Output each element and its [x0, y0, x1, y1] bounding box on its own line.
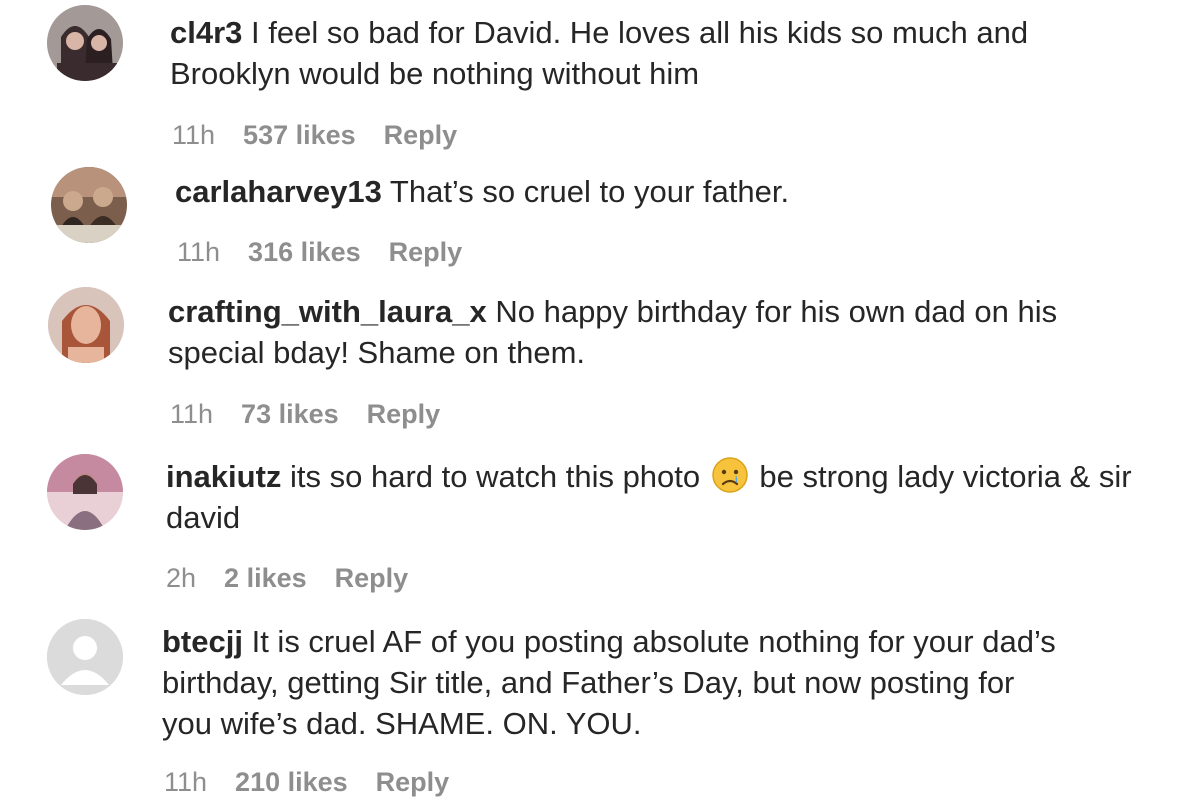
reply-button[interactable]: Reply	[376, 767, 450, 797]
comment-body: cl4r3 I feel so bad for David. He loves …	[170, 12, 1150, 94]
comment-body: crafting_with_laura_x No happy birthday …	[168, 291, 1148, 373]
comment-body: carlaharvey13 That’s so cruel to your fa…	[175, 171, 1155, 212]
default-user-icon	[47, 619, 123, 695]
comment-time[interactable]: 2h	[166, 563, 196, 593]
avatar[interactable]	[47, 5, 123, 81]
comment-username[interactable]: inakiutz	[166, 459, 281, 494]
comment-body: inakiutz its so hard to watch this photo…	[166, 456, 1146, 538]
avatar[interactable]	[51, 167, 127, 243]
comment-text-before: its so hard to watch this photo	[290, 459, 701, 494]
comment-username[interactable]: crafting_with_laura_x	[168, 294, 487, 329]
comment-username[interactable]: cl4r3	[170, 15, 242, 50]
comment-text: That’s so cruel to your father.	[389, 174, 790, 209]
reply-button[interactable]: Reply	[384, 120, 458, 150]
comment-likes[interactable]: 537 likes	[243, 120, 356, 150]
avatar[interactable]	[47, 619, 123, 695]
comment-meta: 11h 73 likes Reply	[170, 397, 468, 431]
comment-likes[interactable]: 73 likes	[241, 399, 339, 429]
comment-meta: 11h 316 likes Reply	[177, 235, 490, 269]
user-photo-icon	[51, 167, 127, 243]
comment-meta: 2h 2 likes Reply	[166, 561, 436, 595]
comment-time[interactable]: 11h	[164, 767, 207, 797]
comment-time[interactable]: 11h	[170, 399, 213, 429]
comment-meta: 11h 210 likes Reply	[164, 765, 477, 799]
reply-button[interactable]: Reply	[335, 563, 409, 593]
comment-likes[interactable]: 210 likes	[235, 767, 348, 797]
reply-button[interactable]: Reply	[389, 237, 463, 267]
user-photo-icon	[47, 454, 123, 530]
avatar[interactable]	[48, 287, 124, 363]
user-photo-icon	[47, 5, 123, 81]
avatar[interactable]	[47, 454, 123, 530]
comment-text: I feel so bad for David. He loves all hi…	[170, 15, 1029, 91]
comment-username[interactable]: btecjj	[162, 624, 243, 659]
user-photo-icon	[48, 287, 124, 363]
comment-likes[interactable]: 316 likes	[248, 237, 361, 267]
comment-body: btecjj It is cruel AF of you posting abs…	[162, 621, 1062, 744]
reply-button[interactable]: Reply	[367, 399, 441, 429]
comment-text: It is cruel AF of you posting absolute n…	[162, 624, 1056, 741]
comment-time[interactable]: 11h	[177, 237, 220, 267]
comment-meta: 11h 537 likes Reply	[172, 118, 485, 152]
crying-face-emoji-icon	[711, 456, 749, 494]
comment-username[interactable]: carlaharvey13	[175, 174, 382, 209]
comment-likes[interactable]: 2 likes	[224, 563, 307, 593]
comment-time[interactable]: 11h	[172, 120, 215, 150]
